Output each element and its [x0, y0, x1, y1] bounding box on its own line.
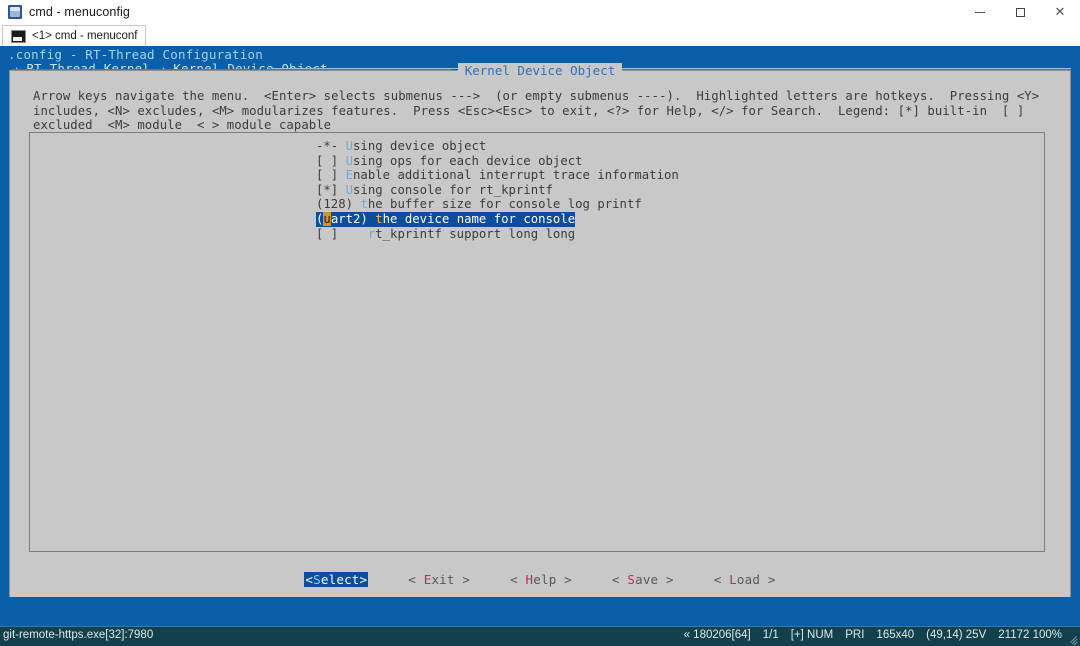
window-frame-bottom — [0, 597, 1080, 626]
status-process: git-remote-https.exe[32]:7980 — [3, 629, 154, 641]
close-icon: ✕ — [1054, 4, 1066, 20]
maximize-icon — [1015, 7, 1025, 17]
option-hotkey: t — [375, 211, 383, 226]
option-item[interactable]: -*- Using device object — [316, 139, 486, 153]
option-marker: -*- — [316, 139, 339, 153]
option-row[interactable]: [ ] Using ops for each device object — [316, 154, 679, 169]
close-button[interactable]: ✕ — [1040, 0, 1080, 24]
status-field: PRI — [845, 629, 865, 641]
minimize-icon — [975, 11, 985, 13]
maximize-button[interactable] — [1000, 0, 1040, 24]
option-row[interactable]: (uart2) the device name for console — [316, 211, 679, 227]
options-listbox[interactable]: -*- Using device object[ ] Using ops for… — [29, 132, 1045, 552]
option-row[interactable]: [ ] rt_kprintf support long long — [316, 227, 679, 242]
option-marker: [ ] — [316, 226, 339, 241]
option-marker: (128) — [316, 197, 354, 212]
option-label: t_kprintf support long long — [375, 226, 576, 241]
tab-cmd-menuconf[interactable]: <1> cmd - menuconf — [2, 25, 147, 46]
status-field: 165x40 — [876, 629, 915, 641]
option-label: sing device object — [353, 139, 487, 153]
option-item[interactable]: [ ] Enable additional interrupt trace in… — [316, 168, 679, 182]
option-hotkey: U — [345, 182, 354, 197]
dialog-buttons: <Select> < Exit > < Help > < Save > < Load > — [10, 572, 1070, 587]
dialog-title: Kernel Device Object — [10, 63, 1070, 78]
option-row[interactable]: -*- Using device object — [316, 139, 679, 154]
dialog-button[interactable]: < Help > — [510, 572, 572, 587]
options-list: -*- Using device object[ ] Using ops for… — [316, 139, 679, 241]
option-marker: [*] — [316, 182, 339, 197]
menuconfig-dialog: Kernel Device Object Arrow keys navigate… — [9, 63, 1071, 618]
option-label: he device name for console — [382, 211, 576, 226]
window-controls: ✕ — [960, 0, 1080, 24]
status-bar: git-remote-https.exe[32]:7980 « 180206[6… — [0, 626, 1080, 646]
button-hotkey: S — [627, 572, 636, 587]
status-field: 21172 100% — [998, 629, 1062, 641]
option-hotkey: U — [345, 139, 354, 153]
title-bar: cmd - menuconfig ✕ — [0, 0, 1080, 24]
status-fields: « 180206[64] 1/1 [+] NUM PRI 165x40 (49,14) 2… — [684, 629, 1062, 641]
option-label: sing ops for each device object — [353, 153, 583, 168]
help-text: Arrow keys navigate the menu. <Enter> se… — [33, 89, 1047, 133]
dialog-button[interactable]: < Load > — [714, 572, 776, 587]
dialog-title-text: Kernel Device Object — [457, 63, 623, 78]
status-field: 1/1 — [762, 629, 779, 641]
option-label: nable additional interrupt trace informa… — [353, 168, 679, 183]
tab-strip: <1> cmd - menuconf — [0, 24, 1080, 68]
button-hotkey: S — [313, 572, 321, 587]
minimize-button[interactable] — [960, 0, 1000, 24]
tab-label: <1> cmd - menuconf — [32, 30, 138, 42]
option-item[interactable]: [ ] rt_kprintf support long long — [316, 227, 575, 241]
window-frame-left — [0, 46, 9, 626]
option-row[interactable]: (128) the buffer size for console log pr… — [316, 197, 679, 212]
console-app-icon — [8, 5, 22, 19]
option-label: sing console for rt_kprintf — [353, 182, 553, 197]
option-item[interactable]: (128) the buffer size for console log pr… — [316, 197, 642, 211]
option-hotkey: t — [360, 197, 368, 212]
option-marker: [ ] — [316, 153, 339, 168]
menuconfig-window: cmd - menuconfig ✕ <1> cmd - menuconf Se… — [0, 0, 1080, 646]
console-icon — [11, 29, 26, 43]
button-hotkey: L — [729, 572, 737, 587]
option-item[interactable]: [ ] Using ops for each device object — [316, 154, 583, 168]
button-hotkey: E — [423, 572, 432, 587]
status-field: [+] NUM — [790, 629, 834, 641]
window-title: cmd - menuconfig — [29, 5, 130, 19]
dialog-button[interactable]: < Exit > — [408, 572, 470, 587]
option-marker: [ ] — [316, 168, 339, 183]
text-cursor: u — [323, 211, 331, 226]
option-label: he buffer size for console log printf — [367, 197, 642, 212]
option-item[interactable]: [*] Using console for rt_kprintf — [316, 183, 553, 197]
status-field: « 180206[64] — [683, 629, 751, 641]
option-hotkey: E — [345, 168, 354, 183]
config-title: .config - RT-Thread Configuration — [8, 47, 263, 62]
dialog-button[interactable]: < Save > — [612, 572, 674, 587]
console-area: .config - RT-Thread Configuration → RT-T… — [0, 46, 1080, 626]
status-field: (49,14) 25V — [926, 629, 987, 641]
resize-grip-icon[interactable] — [1066, 631, 1078, 646]
option-row[interactable]: [*] Using console for rt_kprintf — [316, 183, 679, 198]
option-row[interactable]: [ ] Enable additional interrupt trace in… — [316, 168, 679, 183]
title-bar-left: cmd - menuconfig — [8, 0, 130, 24]
option-item[interactable]: (uart2) the device name for console — [316, 211, 576, 227]
option-marker: (uart2) — [316, 211, 368, 226]
button-hotkey: H — [525, 572, 534, 587]
dialog-button[interactable]: <Select> — [304, 572, 369, 587]
window-frame-right — [1071, 46, 1080, 626]
option-hotkey: U — [345, 153, 354, 168]
